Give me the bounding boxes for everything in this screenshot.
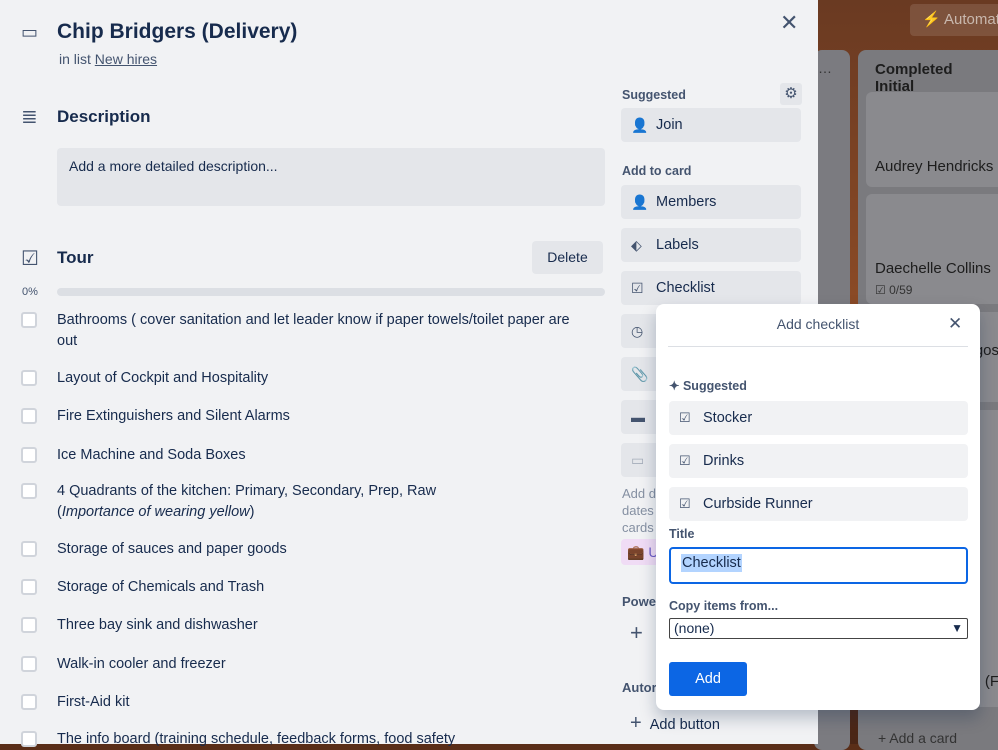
checklist-item-text[interactable]: Storage of sauces and paper goods — [57, 539, 577, 560]
checkbox[interactable] — [21, 617, 37, 633]
description-heading: Description — [57, 107, 151, 126]
add-checklist-popover: Add checklist ✕ ✦ Suggested ☑ Stocker ☑ Dr… — [656, 304, 980, 710]
description-icon: ≣ — [21, 106, 38, 128]
cover-icon: ▬ — [631, 409, 645, 425]
members-button[interactable]: 👤 Members — [621, 185, 801, 219]
add-checklist-button[interactable]: Add — [669, 662, 747, 696]
checklist-item-text[interactable]: Walk-in cooler and freezer — [57, 654, 577, 675]
power-ups-label: Powe — [622, 594, 656, 609]
chevron-down-icon: ▼ — [951, 621, 963, 635]
custom-fields-icon: ▭ — [631, 452, 645, 468]
divider — [668, 346, 968, 347]
board-card[interactable]: Daechelle Collins ☑ 0/59 — [866, 194, 998, 304]
copy-items-value: (none) — [674, 620, 715, 636]
checklist-item-text[interactable]: Bathrooms ( cover sanitation and let lea… — [57, 310, 577, 352]
members-label: Members — [656, 194, 717, 210]
checklist-badge: 0/59 — [889, 283, 913, 297]
checklist-item-text[interactable]: The info board (training schedule, feedb… — [57, 729, 577, 750]
checkbox[interactable] — [21, 370, 37, 386]
checklist-icon: ☑ — [875, 283, 886, 297]
sparkle-icon: ✦ — [669, 379, 680, 393]
add-to-card-label: Add to card — [622, 164, 692, 178]
list-link[interactable]: New hires — [95, 51, 157, 67]
checkbox[interactable] — [21, 579, 37, 595]
card-title: Daechelle Collins — [875, 260, 991, 277]
checkbox[interactable] — [21, 694, 37, 710]
checklist-item-text[interactable]: Layout of Cockpit and Hospitality — [57, 368, 577, 389]
delete-checklist-button[interactable]: Delete — [532, 241, 603, 274]
progress-label: 0% — [22, 286, 38, 298]
checkbox[interactable] — [21, 408, 37, 424]
description-input[interactable]: Add a more detailed description... — [57, 148, 605, 206]
card-title: Audrey Hendricks — [875, 158, 994, 175]
labels-label: Labels — [656, 237, 699, 253]
close-icon[interactable]: ✕ — [948, 314, 962, 334]
suggestion-stocker[interactable]: ☑ Stocker — [669, 401, 968, 435]
checklist-item-note: (Importance of wearing yellow) — [57, 504, 255, 520]
briefcase-icon: 💼 — [627, 544, 645, 560]
automation-button[interactable]: ⚡ Automat — [910, 4, 998, 36]
suggestion-label: Drinks — [703, 453, 745, 469]
automation-label: Automat — [944, 11, 998, 28]
checklist-label: Checklist — [656, 280, 715, 296]
copy-items-label: Copy items from... — [669, 599, 779, 613]
title-value: Checklist — [681, 554, 742, 572]
checklist-button[interactable]: ☑ Checklist — [621, 271, 801, 305]
plus-icon: + — [630, 712, 642, 734]
checklist-icon: ☑ — [679, 453, 691, 468]
suggested-label: Suggested — [622, 88, 686, 102]
checklist-icon: ☑ — [631, 280, 644, 296]
checklist-title[interactable]: Tour — [57, 248, 94, 268]
add-button[interactable]: + Add button — [630, 712, 720, 735]
suggested-label: Suggested — [682, 379, 747, 393]
person-icon: 👤 — [631, 117, 649, 133]
progress-bar — [57, 288, 605, 296]
paperclip-icon: 📎 — [631, 366, 649, 382]
card-title[interactable]: Chip Bridgers (Delivery) — [57, 20, 297, 44]
gear-icon[interactable]: ⚙ — [780, 83, 802, 105]
copy-items-select[interactable]: (none) ▼ — [669, 618, 968, 639]
checklist-item-text[interactable]: Fire Extinguishers and Silent Alarms — [57, 406, 577, 427]
checkbox[interactable] — [21, 731, 37, 747]
checkbox[interactable] — [21, 447, 37, 463]
checklist-item-text[interactable]: First-Aid kit — [57, 692, 577, 713]
join-button[interactable]: 👤 Join — [621, 108, 801, 142]
board-card[interactable]: Audrey Hendricks — [866, 92, 998, 187]
suggestion-label: Curbside Runner — [703, 496, 813, 512]
clock-icon: ◷ — [631, 323, 644, 339]
suggestion-drinks[interactable]: ☑ Drinks — [669, 444, 968, 478]
upgrade-button[interactable]: 💼 U — [621, 539, 661, 565]
suggestion-label: Stocker — [703, 410, 753, 426]
title-input[interactable]: Checklist — [669, 547, 968, 584]
suggestion-curbside-runner[interactable]: ☑ Curbside Runner — [669, 487, 968, 521]
checkbox[interactable] — [21, 312, 37, 328]
join-label: Join — [656, 117, 683, 133]
checklist-icon: ☑ — [679, 410, 691, 425]
checklist-item-text[interactable]: Three bay sink and dishwasher — [57, 615, 577, 636]
card-title: (F — [984, 673, 998, 690]
person-icon: 👤 — [631, 194, 649, 210]
upgrade-text: Add d dates cards — [622, 486, 656, 535]
list-menu-icon[interactable]: … — [818, 60, 832, 76]
in-list-prefix: in list — [59, 51, 91, 67]
checklist-icon: ☑ — [679, 496, 691, 511]
checkbox[interactable] — [21, 483, 37, 499]
checkbox[interactable] — [21, 541, 37, 557]
checklist-item-text[interactable]: Storage of Chemicals and Trash — [57, 577, 577, 598]
item-emphasis: Importance of wearing yellow — [61, 504, 250, 520]
card-icon: ▭ — [21, 22, 39, 42]
automation-label: Autor — [622, 680, 657, 695]
checklist-icon: ☑ — [21, 248, 39, 270]
checklist-item-text[interactable]: Ice Machine and Soda Boxes — [57, 445, 577, 466]
add-power-up-icon[interactable]: + — [630, 620, 643, 646]
close-icon[interactable]: ✕ — [780, 10, 798, 36]
list-info: in list New hires — [59, 51, 157, 67]
add-button-label: Add button — [649, 717, 720, 733]
checklist-item-text[interactable]: 4 Quadrants of the kitchen: Primary, Sec… — [57, 481, 577, 502]
popover-title: Add checklist — [776, 316, 860, 332]
tag-icon: ⬖ — [631, 237, 642, 253]
labels-button[interactable]: ⬖ Labels — [621, 228, 801, 262]
checkbox[interactable] — [21, 656, 37, 672]
title-label: Title — [669, 527, 695, 541]
